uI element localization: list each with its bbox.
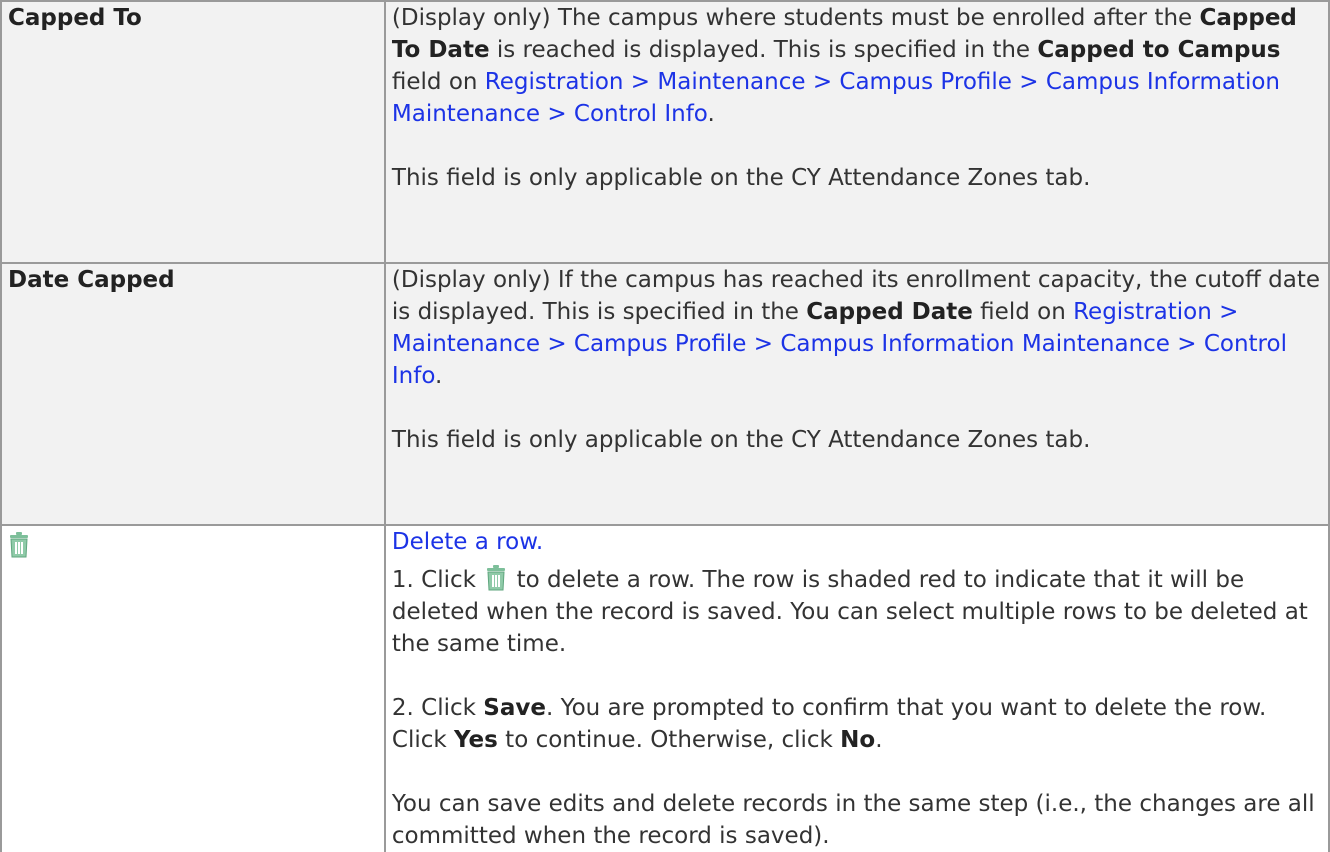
yes-reference: Yes xyxy=(454,727,498,753)
field-label: Capped To xyxy=(8,5,142,31)
description-paragraph: (Display only) The campus where students… xyxy=(392,2,1322,130)
field-label-cell: Capped To xyxy=(0,0,386,264)
delete-row-link[interactable]: Delete a row. xyxy=(392,526,1322,558)
table-row: Capped To (Display only) The campus wher… xyxy=(0,0,1330,264)
description-paragraph: (Display only) If the campus has reached… xyxy=(392,264,1322,392)
field-label-cell xyxy=(0,524,386,852)
applicability-note: This field is only applicable on the CY … xyxy=(391,165,1091,191)
step-2-paragraph: 2. Click Save. You are prompted to confi… xyxy=(392,692,1322,756)
description-text: . xyxy=(435,363,443,389)
field-description-table: Capped To (Display only) The campus wher… xyxy=(0,0,1330,852)
field-reference: Capped Date xyxy=(806,299,973,325)
trash-icon[interactable] xyxy=(8,531,30,558)
description-text: is reached is displayed. This is specifi… xyxy=(489,37,1038,63)
step-1-paragraph: 1. Click to delete a row. The row is sha… xyxy=(392,564,1322,660)
field-label-cell: Date Capped xyxy=(0,262,386,526)
step-text: 2. Click xyxy=(391,695,484,721)
step-text: to continue. Otherwise, click xyxy=(497,727,841,753)
field-description-cell: Delete a row. 1. Click to delete a row. … xyxy=(383,524,1330,852)
trash-icon xyxy=(485,564,507,591)
description-text: field on xyxy=(972,299,1074,325)
navigation-path-link[interactable]: Registration > Maintenance > Campus Prof… xyxy=(392,69,1280,127)
save-reference: Save xyxy=(483,695,546,721)
description-text: field on xyxy=(391,69,485,95)
step-text: 1. Click xyxy=(391,567,484,593)
applicability-note: This field is only applicable on the CY … xyxy=(391,427,1091,453)
table-row: Delete a row. 1. Click to delete a row. … xyxy=(0,524,1330,852)
save-and-delete-note: You can save edits and delete records in… xyxy=(391,791,1315,849)
description-text: . xyxy=(707,101,715,127)
field-reference: Capped to Campus xyxy=(1037,37,1281,63)
no-reference: No xyxy=(840,727,876,753)
description-text: (Display only) The campus where students… xyxy=(391,5,1200,31)
field-description-cell: (Display only) The campus where students… xyxy=(383,0,1330,264)
step-text: . xyxy=(875,727,883,753)
table-row: Date Capped (Display only) If the campus… xyxy=(0,262,1330,526)
field-description-cell: (Display only) If the campus has reached… xyxy=(383,262,1330,526)
field-label: Date Capped xyxy=(8,267,175,293)
step-text: to delete a row. The row is shaded red t… xyxy=(391,567,1308,657)
